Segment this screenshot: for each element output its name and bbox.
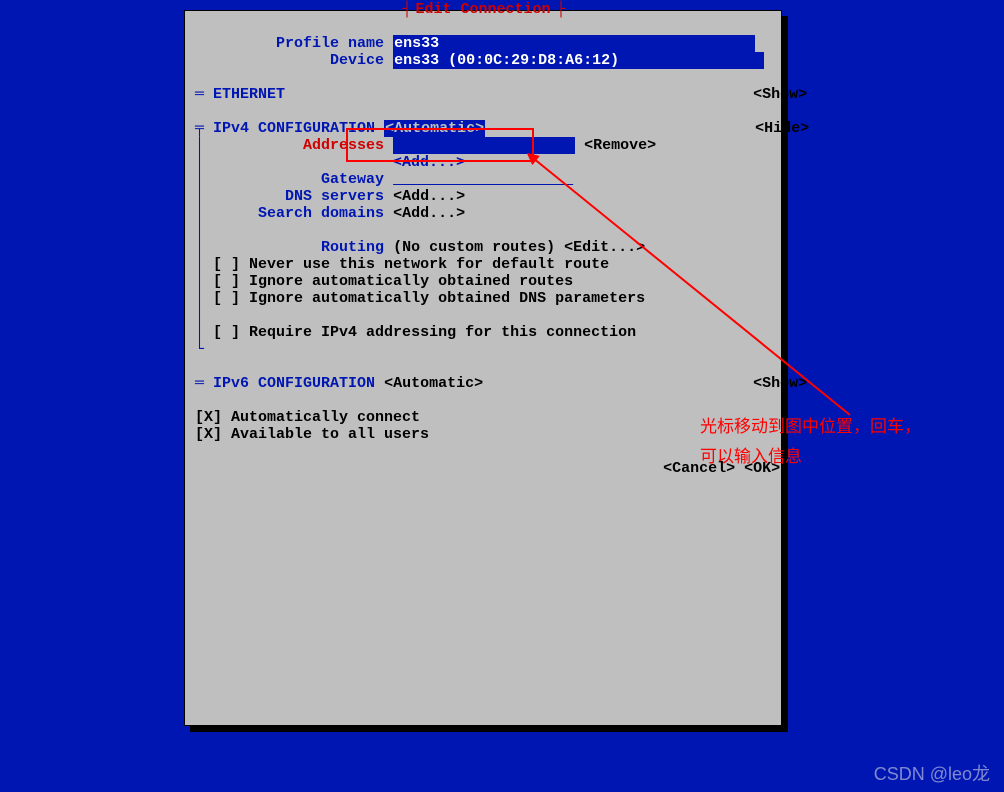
- watermark: CSDN @leo龙: [874, 760, 990, 786]
- cb-ignore-routes[interactable]: [ ] Ignore automatically obtained routes: [213, 273, 573, 290]
- addresses-add[interactable]: <Add...>: [393, 154, 465, 171]
- annotation-text: 光标移动到图中位置，回车， 可以输入信息: [700, 412, 921, 472]
- ipv4-mode-select[interactable]: <Automatic>: [384, 120, 485, 137]
- device-label: Device: [330, 52, 384, 69]
- dialog-title: Edit Connection: [415, 1, 550, 18]
- routing-label: Routing: [321, 239, 384, 256]
- search-add[interactable]: <Add...>: [393, 205, 465, 222]
- ipv6-heading: IPv6 CONFIGURATION: [213, 375, 375, 392]
- title-bracket-right: ├: [557, 1, 564, 18]
- profile-name-label: Profile name: [276, 35, 384, 52]
- dialog-content: Profile name ens33 Device ens33 (00:0C:2…: [195, 35, 771, 477]
- profile-name-field[interactable]: ens33: [393, 35, 755, 52]
- cb-auto-connect[interactable]: [X] Automatically connect: [195, 409, 420, 426]
- device-field[interactable]: ens33 (00:0C:29:D8:A6:12): [393, 52, 764, 69]
- cb-ignore-dns[interactable]: [ ] Ignore automatically obtained DNS pa…: [213, 290, 645, 307]
- cb-never-default[interactable]: [ ] Never use this network for default r…: [213, 256, 609, 273]
- ipv6-mark: ═: [195, 375, 204, 392]
- cb-require-ipv4[interactable]: [ ] Require IPv4 addressing for this con…: [213, 324, 636, 341]
- routing-value: (No custom routes): [393, 239, 555, 256]
- ethernet-heading: ETHERNET: [213, 86, 285, 103]
- dialog-title-bar: ┤ Edit Connection ├: [185, 1, 781, 18]
- ipv4-heading: IPv4 CONFIGURATION: [213, 120, 375, 137]
- routing-edit[interactable]: <Edit...>: [564, 239, 645, 256]
- addresses-input[interactable]: [393, 137, 575, 154]
- ipv4-mark: ╤: [195, 120, 204, 137]
- addresses-remove[interactable]: <Remove>: [584, 137, 656, 154]
- cb-all-users[interactable]: [X] Available to all users: [195, 426, 429, 443]
- addresses-label: Addresses: [303, 137, 384, 154]
- ethernet-show[interactable]: <Show>: [753, 86, 807, 103]
- gateway-input[interactable]: [393, 171, 573, 188]
- dialog-panel: ┤ Edit Connection ├ Profile name ens33 D…: [184, 10, 782, 726]
- ethernet-mark: ═: [195, 86, 204, 103]
- dns-label: DNS servers: [285, 188, 384, 205]
- dns-add[interactable]: <Add...>: [393, 188, 465, 205]
- ipv4-hide[interactable]: <Hide>: [755, 120, 809, 137]
- search-label: Search domains: [258, 205, 384, 222]
- title-bracket-left: ┤: [402, 1, 409, 18]
- ipv6-show[interactable]: <Show>: [753, 375, 807, 392]
- ipv4-end: └: [195, 341, 204, 358]
- gateway-label: Gateway: [321, 171, 384, 188]
- ipv6-mode[interactable]: <Automatic>: [384, 375, 483, 392]
